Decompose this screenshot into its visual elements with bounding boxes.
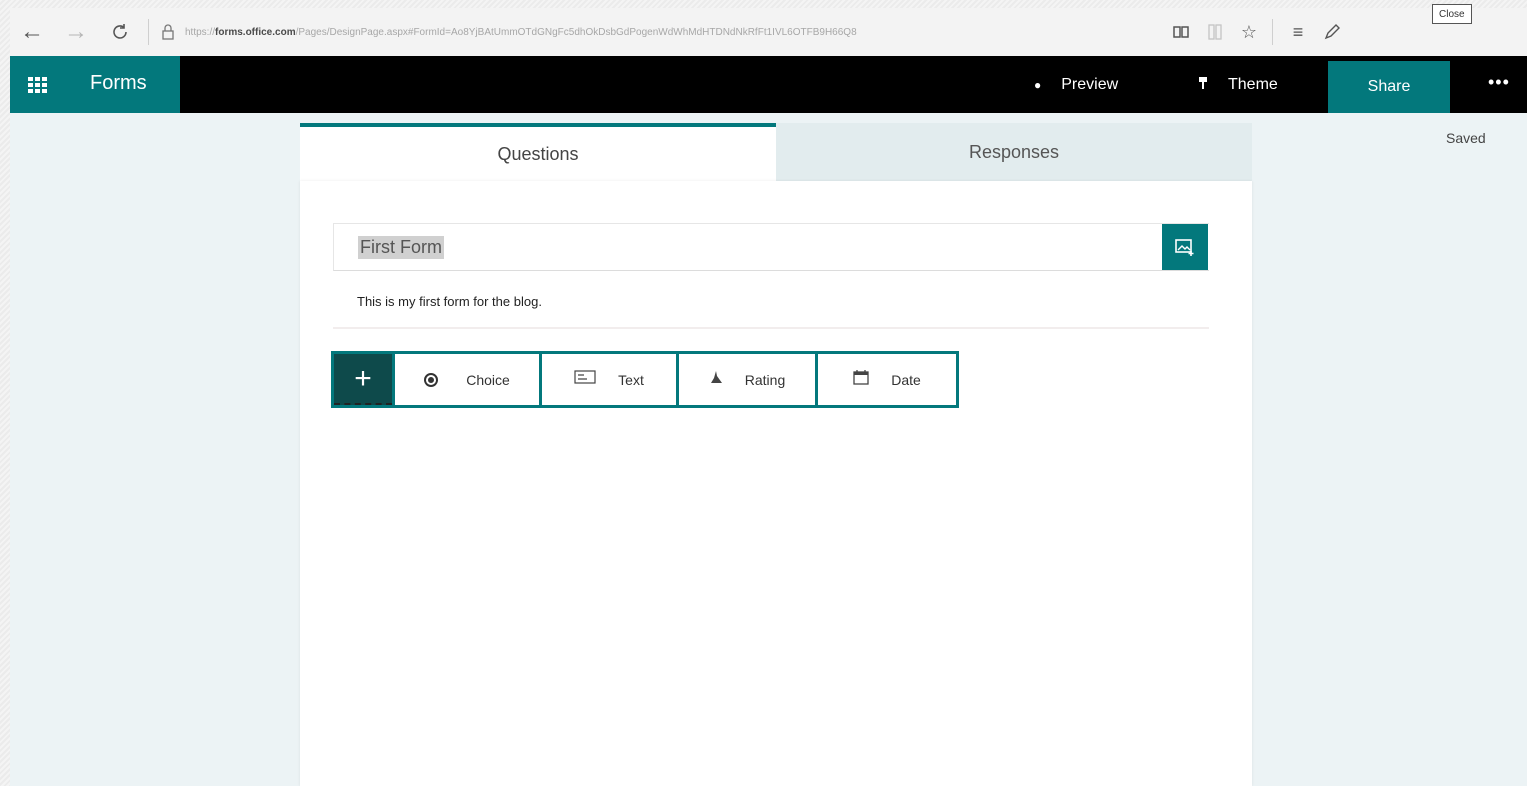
toolbar-separator	[148, 19, 149, 45]
tab-questions[interactable]: Questions	[300, 123, 776, 181]
close-tooltip: Close	[1432, 4, 1472, 24]
form-title-field[interactable]: First Form	[333, 223, 1209, 271]
app-name[interactable]: Forms	[90, 72, 147, 95]
text-label: Text	[618, 371, 644, 388]
rating-label: Rating	[744, 371, 786, 388]
choice-button[interactable]: Choice	[395, 354, 539, 405]
tab-bar: Questions Responses	[300, 123, 1252, 181]
toolbar-separator-2	[1272, 19, 1273, 45]
choice-label: Choice	[466, 371, 510, 388]
url-host: forms.office.com	[215, 26, 296, 38]
url-path: /Pages/DesignPage.aspx#FormId=Ao8YjBAtUm…	[295, 26, 857, 38]
theme-button[interactable]: Theme	[1198, 56, 1278, 113]
book-icon[interactable]	[1198, 8, 1232, 56]
refresh-icon[interactable]	[98, 8, 142, 56]
lock-icon[interactable]	[157, 24, 179, 40]
add-question-button[interactable]: +	[334, 354, 392, 405]
eye-icon: ●	[1034, 77, 1042, 92]
share-button[interactable]: Share	[1328, 61, 1450, 113]
date-button[interactable]: Date	[818, 354, 956, 405]
save-status: Saved	[1446, 130, 1486, 146]
address-bar[interactable]: https://forms.office.com/Pages/DesignPag…	[179, 17, 1164, 47]
rating-button[interactable]: Rating	[679, 354, 815, 405]
insert-image-button[interactable]	[1162, 224, 1208, 270]
calendar-icon	[853, 369, 869, 390]
radio-icon	[424, 372, 439, 387]
forward-icon[interactable]: →	[54, 8, 98, 56]
text-icon	[574, 370, 596, 389]
insert-image-icon	[1175, 239, 1194, 256]
reading-view-icon[interactable]	[1164, 8, 1198, 56]
form-description-field[interactable]: This is my first form for the blog.	[333, 273, 1209, 329]
app-header: Forms ● Preview Theme Share •••	[10, 56, 1527, 113]
waffle-icon[interactable]	[28, 77, 48, 93]
main-content: Saved Questions Responses First Form Thi…	[10, 113, 1527, 786]
tab-responses-label: Responses	[968, 141, 1060, 162]
paint-brush-icon	[1198, 76, 1208, 93]
app-launcher[interactable]: Forms	[10, 56, 180, 113]
text-button[interactable]: Text	[542, 354, 676, 405]
theme-label: Theme	[1228, 75, 1278, 93]
preview-label: Preview	[1061, 75, 1119, 93]
tab-responses[interactable]: Responses	[776, 123, 1252, 181]
url-scheme: https://	[185, 26, 216, 38]
tab-questions-label: Questions	[497, 143, 579, 164]
favorite-star-icon[interactable]: ☆	[1232, 8, 1266, 56]
form-card: First Form This is my first form for the…	[300, 181, 1252, 786]
preview-button[interactable]: ● Preview	[1034, 56, 1118, 113]
form-description[interactable]: This is my first form for the blog.	[357, 294, 542, 309]
hub-icon[interactable]: ≡	[1281, 8, 1315, 56]
add-question-toolbar: + Choice Text Rating Date	[331, 351, 959, 408]
screenshot-frame: ← → https://forms.office.com/Pages/Desig…	[0, 0, 1527, 786]
back-icon[interactable]: ←	[10, 8, 54, 56]
rating-icon	[709, 370, 723, 389]
pen-icon[interactable]	[1315, 8, 1349, 56]
form-title[interactable]: First Form	[358, 236, 444, 259]
date-label: Date	[891, 371, 921, 388]
more-options-icon[interactable]: •••	[1488, 72, 1510, 93]
browser-toolbar: ← → https://forms.office.com/Pages/Desig…	[10, 8, 1527, 56]
